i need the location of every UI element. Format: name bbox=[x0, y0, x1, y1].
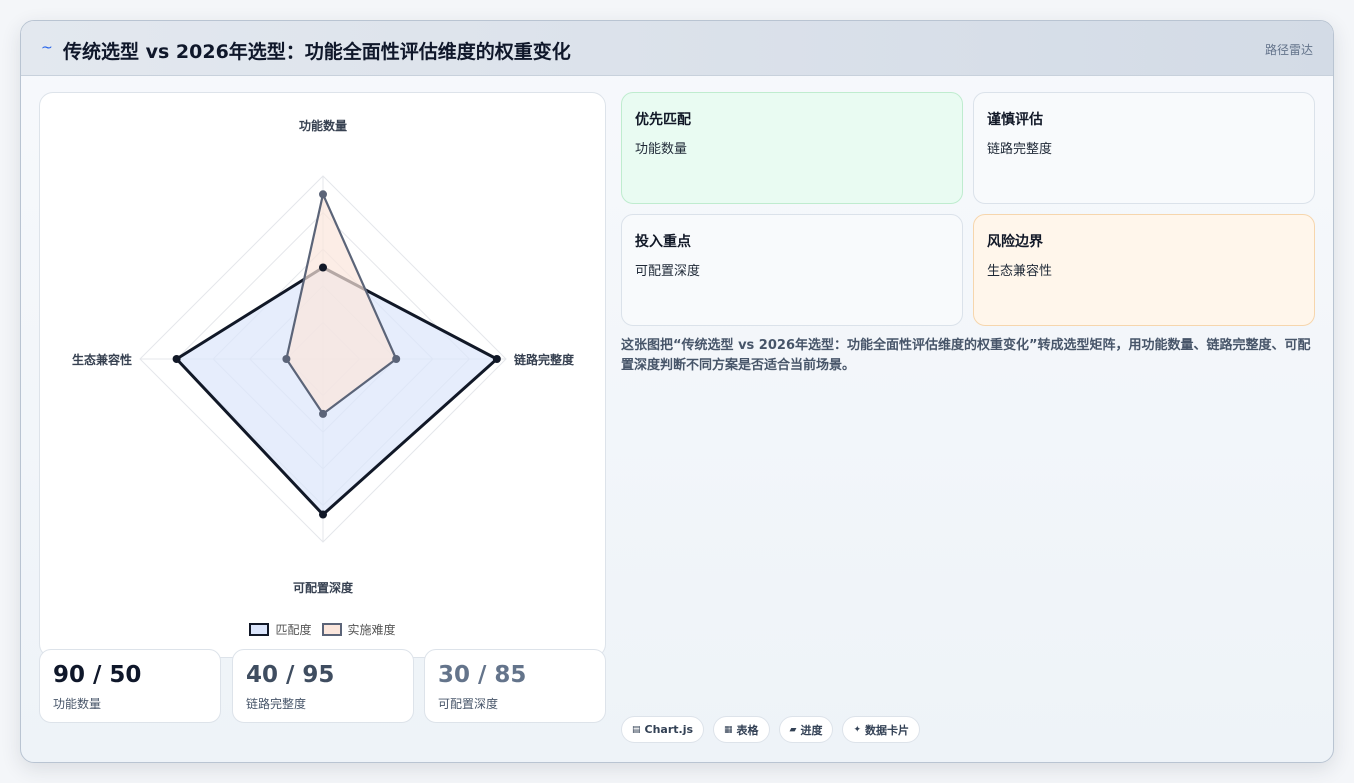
chart-description: 这张图把“传统选型 vs 2026年选型：功能全面性评估维度的权重变化”转成选型… bbox=[621, 338, 1311, 373]
card-title: 投入重点 bbox=[635, 234, 691, 250]
radar-chart: 功能数量链路完整度可配置深度 生态兼容性 bbox=[72, 118, 575, 595]
page-title: 传统选型 vs 2026年选型：功能全面性评估维度的权重变化 bbox=[63, 41, 571, 63]
pill-data-cards[interactable]: ✦ 数据卡片 bbox=[842, 716, 921, 743]
card-value: 可配置深度 bbox=[635, 264, 701, 279]
card-title: 谨慎评估 bbox=[987, 112, 1043, 128]
stat-label: 链路完整度 bbox=[246, 697, 307, 711]
card-investment-focus: 投入重点 可配置深度 bbox=[621, 214, 963, 326]
pill-table[interactable]: ▦ 表格 bbox=[713, 716, 770, 743]
pill-label: 数据卡片 bbox=[865, 723, 910, 737]
legend-label-match: 匹配度 bbox=[275, 623, 312, 637]
legend-label-difficulty: 实施难度 bbox=[347, 623, 396, 637]
card-value: 功能数量 bbox=[635, 142, 688, 157]
pill-label: Chart.js bbox=[644, 723, 694, 736]
data-point bbox=[282, 355, 291, 363]
pill-progress[interactable]: ▰ 进度 bbox=[778, 716, 834, 743]
axis-label: 生态兼容性 bbox=[72, 352, 132, 367]
pulse-icon: ~ bbox=[41, 40, 53, 56]
stat-value: 90 / 50 bbox=[53, 662, 142, 688]
stat-card-config-depth: 30 / 85 可配置深度 bbox=[424, 649, 606, 723]
stat-card-link-completeness: 40 / 95 链路完整度 bbox=[232, 649, 414, 723]
axis-label: 链路完整度 bbox=[514, 352, 575, 367]
tool-pills: ▤ Chart.js ▦ 表格 ▰ 进度 ✦ 数据卡片 bbox=[621, 716, 921, 743]
stat-label: 功能数量 bbox=[53, 697, 102, 711]
progress-icon: ▰ bbox=[789, 724, 797, 735]
stat-value: 30 / 85 bbox=[438, 662, 527, 688]
data-point bbox=[319, 263, 327, 272]
card-title: 优先匹配 bbox=[635, 112, 691, 128]
legend-swatch-difficulty bbox=[321, 623, 342, 636]
card-value: 生态兼容性 bbox=[987, 264, 1053, 279]
legend-swatch-match bbox=[249, 623, 270, 636]
legend-item-match[interactable]: 匹配度 bbox=[249, 621, 312, 638]
radar-chart-panel: 功能数量链路完整度可配置深度 生态兼容性 匹配度 实施难度 bbox=[39, 92, 606, 658]
data-point bbox=[492, 355, 501, 363]
axis-label: 功能数量 bbox=[299, 118, 347, 133]
axis-label: 可配置深度 bbox=[293, 580, 354, 595]
card-careful-evaluation: 谨慎评估 链路完整度 bbox=[973, 92, 1315, 204]
chart-legend: 匹配度 实施难度 bbox=[40, 621, 605, 638]
data-point bbox=[392, 355, 401, 363]
table-icon: ▦ bbox=[724, 724, 733, 735]
chart-icon: ▤ bbox=[632, 724, 641, 735]
card-title: 风险边界 bbox=[987, 234, 1043, 250]
data-point bbox=[319, 190, 327, 199]
legend-item-difficulty[interactable]: 实施难度 bbox=[321, 621, 396, 638]
header-tag: 路径雷达 bbox=[1264, 43, 1313, 57]
stat-value: 40 / 95 bbox=[246, 662, 335, 688]
card-risk-boundary: 风险边界 生态兼容性 bbox=[973, 214, 1315, 326]
card-value: 链路完整度 bbox=[987, 142, 1053, 157]
pill-chartjs[interactable]: ▤ Chart.js bbox=[621, 716, 705, 743]
data-point bbox=[172, 355, 181, 363]
sparkle-icon: ✦ bbox=[853, 724, 862, 735]
card-priority-match: 优先匹配 功能数量 bbox=[621, 92, 963, 204]
pill-label: 进度 bbox=[800, 723, 823, 737]
pill-label: 表格 bbox=[736, 723, 759, 737]
data-point bbox=[319, 409, 327, 418]
data-point bbox=[319, 510, 327, 519]
stat-card-feature-count: 90 / 50 功能数量 bbox=[39, 649, 221, 723]
header: ~ 传统选型 vs 2026年选型：功能全面性评估维度的权重变化 路径雷达 bbox=[21, 21, 1333, 76]
stat-label: 可配置深度 bbox=[438, 697, 499, 711]
